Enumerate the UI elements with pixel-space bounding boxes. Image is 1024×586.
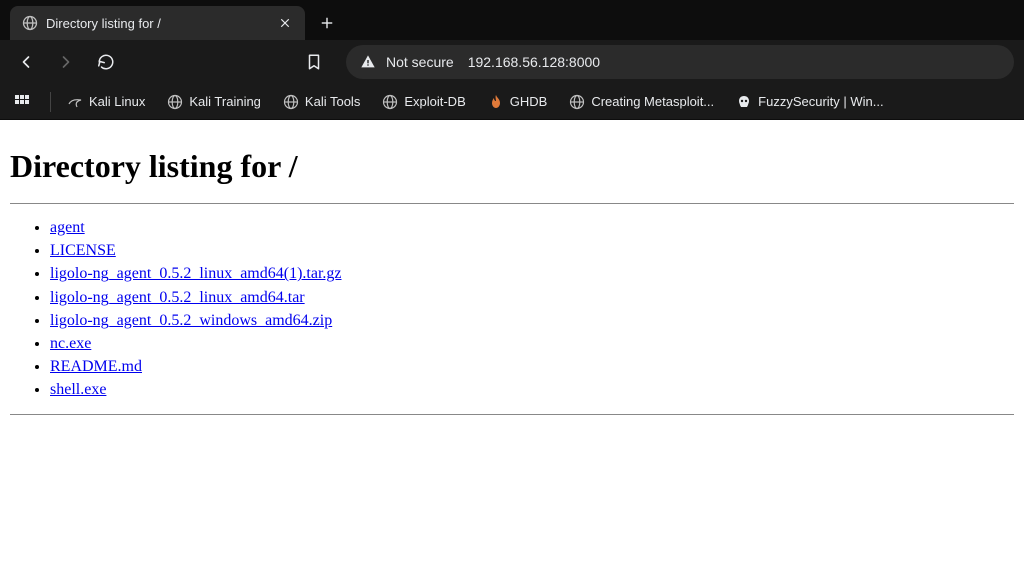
bookmark-label: Kali Linux [89, 94, 145, 109]
bookmark-label: FuzzySecurity | Win... [758, 94, 883, 109]
divider [10, 414, 1014, 415]
not-secure-label: Not secure [386, 54, 454, 70]
skull-icon [736, 94, 752, 110]
file-link[interactable]: README.md [50, 358, 142, 375]
list-item: ligolo-ng_agent_0.5.2_linux_amd64(1).tar… [50, 262, 1014, 285]
new-tab-button[interactable] [313, 9, 341, 37]
file-link[interactable]: shell.exe [50, 381, 106, 398]
file-link[interactable]: nc.exe [50, 335, 91, 352]
tab-title: Directory listing for / [46, 16, 269, 31]
apps-button[interactable] [10, 90, 34, 114]
file-link[interactable]: ligolo-ng_agent_0.5.2_linux_amd64(1).tar… [50, 265, 342, 282]
back-button[interactable] [10, 46, 42, 78]
bookmark-item[interactable]: Kali Training [167, 94, 261, 110]
file-link[interactable]: ligolo-ng_agent_0.5.2_linux_amd64.tar [50, 289, 305, 306]
url-text: 192.168.56.128:8000 [468, 54, 600, 70]
address-bar[interactable]: Not secure 192.168.56.128:8000 [346, 45, 1014, 79]
separator [50, 92, 51, 112]
page-content: Directory listing for / agent LICENSE ligo… [0, 120, 1024, 433]
page-title: Directory listing for / [10, 148, 1014, 185]
globe-icon [382, 94, 398, 110]
bookmark-item[interactable]: Creating Metasploit... [569, 94, 714, 110]
bookmark-item[interactable]: Exploit-DB [382, 94, 465, 110]
list-item: nc.exe [50, 332, 1014, 355]
file-link[interactable]: ligolo-ng_agent_0.5.2_windows_amd64.zip [50, 312, 332, 329]
file-link[interactable]: LICENSE [50, 242, 116, 259]
bookmark-item[interactable]: Kali Tools [283, 94, 360, 110]
globe-icon [283, 94, 299, 110]
close-icon[interactable] [277, 15, 293, 31]
bookmark-label: Exploit-DB [404, 94, 465, 109]
toolbar: Not secure 192.168.56.128:8000 [0, 40, 1024, 84]
kali-icon [67, 94, 83, 110]
list-item: shell.exe [50, 378, 1014, 401]
bookmark-label: GHDB [510, 94, 548, 109]
bookmark-item[interactable]: FuzzySecurity | Win... [736, 94, 883, 110]
bookmarks-bar: Kali Linux Kali Training Kali Tools Exploit… [0, 84, 1024, 120]
browser-tab[interactable]: Directory listing for / [10, 6, 305, 40]
list-item: ligolo-ng_agent_0.5.2_linux_amd64.tar [50, 286, 1014, 309]
globe-icon [569, 94, 585, 110]
list-item: README.md [50, 355, 1014, 378]
bookmark-label: Kali Training [189, 94, 261, 109]
tab-bar: Directory listing for / [0, 0, 1024, 40]
globe-icon [167, 94, 183, 110]
fire-icon [488, 94, 504, 110]
forward-button[interactable] [50, 46, 82, 78]
list-item: LICENSE [50, 239, 1014, 262]
divider [10, 203, 1014, 204]
list-item: agent [50, 216, 1014, 239]
bookmark-item[interactable]: GHDB [488, 94, 548, 110]
file-list: agent LICENSE ligolo-ng_agent_0.5.2_linux_… [10, 216, 1014, 402]
bookmark-label: Kali Tools [305, 94, 360, 109]
bookmark-button[interactable] [298, 46, 330, 78]
bookmark-label: Creating Metasploit... [591, 94, 714, 109]
bookmark-item[interactable]: Kali Linux [67, 94, 145, 110]
reload-button[interactable] [90, 46, 122, 78]
globe-icon [22, 15, 38, 31]
warning-icon [360, 54, 376, 70]
file-link[interactable]: agent [50, 219, 85, 236]
list-item: ligolo-ng_agent_0.5.2_windows_amd64.zip [50, 309, 1014, 332]
